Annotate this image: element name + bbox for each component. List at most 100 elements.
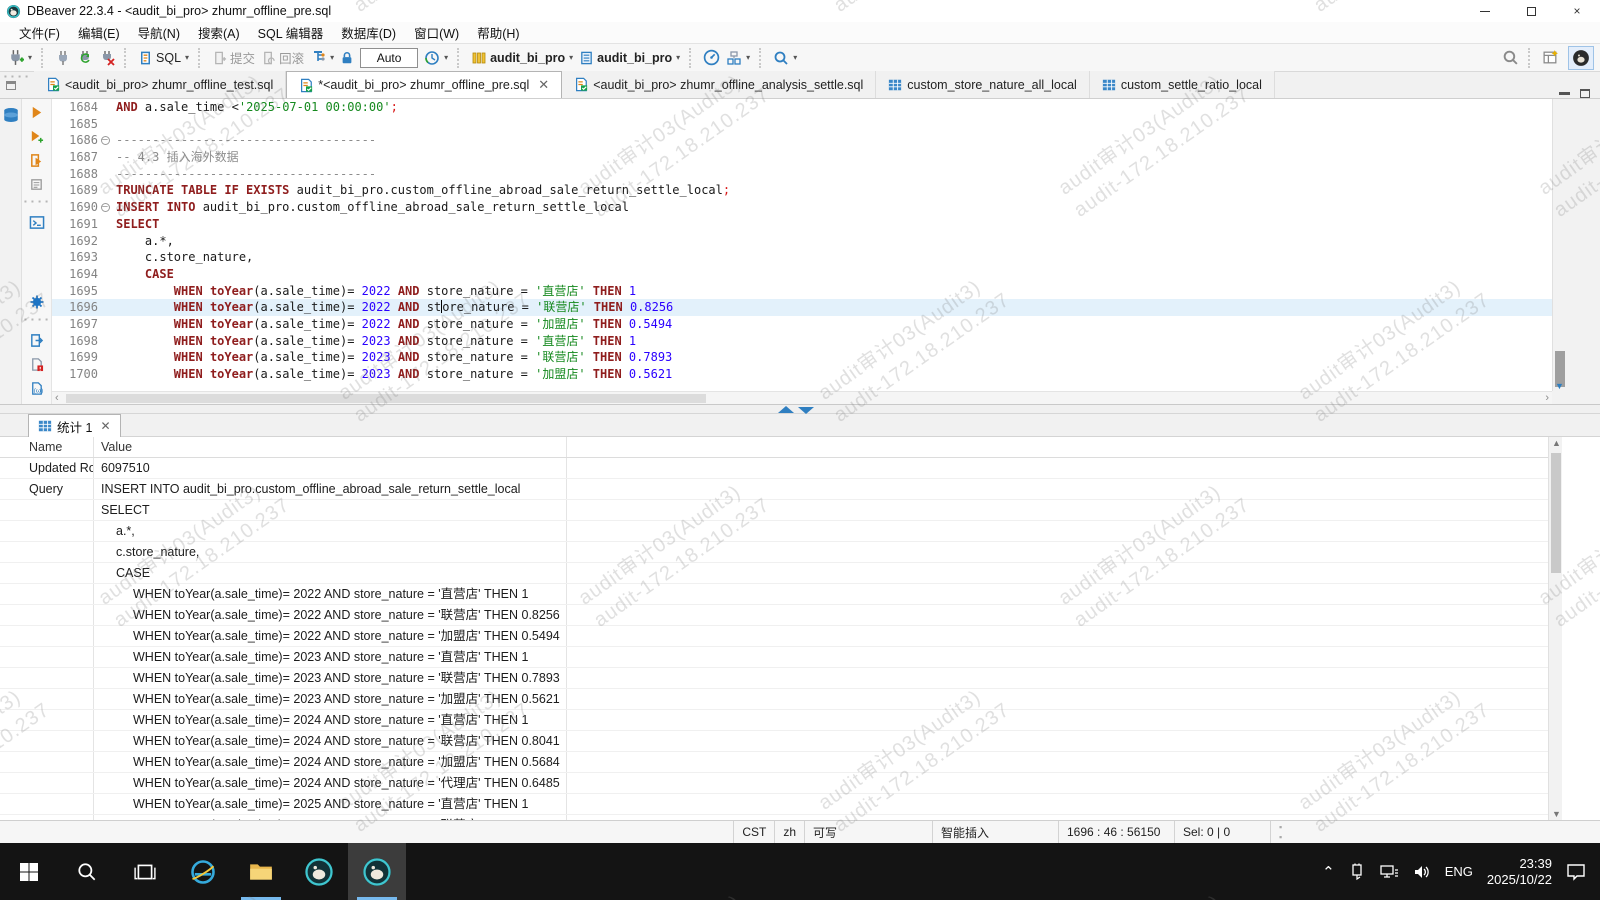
collapse-icon[interactable]: –: [101, 136, 110, 145]
maximize-button[interactable]: [1508, 0, 1554, 22]
code-line-1697[interactable]: 1697 WHEN toYear(a.sale_time)= 2022 AND …: [52, 316, 1552, 333]
minimize-button[interactable]: [1462, 0, 1508, 22]
panel-splitter[interactable]: [0, 404, 1600, 414]
taskbar-search-button[interactable]: [58, 843, 116, 900]
stats-row-10[interactable]: WHEN toYear(a.sale_time)= 2023 AND store…: [0, 668, 1548, 689]
stats-col-value[interactable]: Value: [94, 437, 567, 457]
language-indicator[interactable]: ENG: [1445, 864, 1473, 879]
code-line-1699[interactable]: 1699 WHEN toYear(a.sale_time)= 2023 AND …: [52, 349, 1552, 366]
stats-row-14[interactable]: WHEN toYear(a.sale_time)= 2024 AND store…: [0, 752, 1548, 773]
stats-row-8[interactable]: WHEN toYear(a.sale_time)= 2022 AND store…: [0, 626, 1548, 647]
code-line-1687[interactable]: 1687-- 4.3 插入海外数据: [52, 149, 1552, 166]
transaction-log-button[interactable]: ▾: [421, 48, 451, 68]
editor-tab-0[interactable]: <audit_bi_pro> zhumr_offline_test.sql: [34, 71, 286, 98]
menu-item-1[interactable]: 编辑(E): [69, 21, 129, 44]
search-button[interactable]: ▾: [770, 48, 800, 68]
settings-gear-icon[interactable]: [26, 291, 48, 313]
disconnect-button[interactable]: [96, 48, 118, 68]
minimize-editor-icon[interactable]: [1559, 92, 1570, 95]
close-icon[interactable]: ✕: [538, 77, 549, 93]
maximize-panel-arrow[interactable]: [778, 406, 794, 413]
network-icon[interactable]: [1379, 864, 1399, 880]
transaction-mode-button[interactable]: ▾: [307, 48, 337, 68]
execute-script-button[interactable]: [26, 149, 48, 171]
menu-item-0[interactable]: 文件(F): [10, 21, 69, 44]
tray-expand-icon[interactable]: ⌃: [1322, 863, 1335, 881]
menu-item-7[interactable]: 帮助(H): [468, 21, 528, 44]
code-line-1684[interactable]: 1684AND a.sale_time <'2025-07-01 00:00:0…: [52, 99, 1552, 116]
stats-col-name[interactable]: Name: [0, 437, 94, 457]
collapse-icon[interactable]: –: [101, 203, 110, 212]
commit-mode-select[interactable]: Auto: [360, 48, 418, 68]
code-line-1686[interactable]: 1686–-----------------------------------…: [52, 132, 1552, 149]
menu-item-2[interactable]: 导航(N): [129, 21, 189, 44]
fold-marker[interactable]: –: [98, 132, 112, 149]
editor-tab-2[interactable]: <audit_bi_pro> zhumr_offline_analysis_se…: [562, 71, 876, 98]
code-line-1694[interactable]: 1694 CASE: [52, 266, 1552, 283]
database-select[interactable]: audit_bi_pro ▾: [468, 48, 576, 68]
editor-vertical-scrollbar[interactable]: ▼: [1552, 99, 1566, 391]
file-explorer-icon[interactable]: [232, 843, 290, 900]
menu-item-4[interactable]: SQL 编辑器: [249, 21, 333, 44]
code-line-1696[interactable]: 1696 WHEN toYear(a.sale_time)= 2022 AND …: [52, 299, 1552, 316]
script-variables-button[interactable]: (ω): [26, 377, 48, 399]
menu-item-6[interactable]: 窗口(W): [405, 21, 468, 44]
user-avatar[interactable]: [1568, 46, 1594, 70]
code-line-1690[interactable]: 1690–INSERT INTO audit_bi_pro.custom_off…: [52, 199, 1552, 216]
quick-search-button[interactable]: [1499, 47, 1522, 68]
scrollbar-thumb[interactable]: [1551, 453, 1561, 573]
scrollbar-thumb[interactable]: [66, 394, 706, 403]
menu-item-5[interactable]: 数据库(D): [332, 21, 405, 44]
export-result-button[interactable]: [26, 329, 48, 351]
editor-tab-4[interactable]: custom_settle_ratio_local: [1090, 71, 1275, 98]
stats-row-16[interactable]: WHEN toYear(a.sale_time)= 2025 AND store…: [0, 794, 1548, 815]
stats-table[interactable]: NameValueUpdated Rows6097510QueryINSERT …: [0, 437, 1548, 820]
stats-row-3[interactable]: a.*,: [0, 521, 1548, 542]
stats-row-6[interactable]: WHEN toYear(a.sale_time)= 2022 AND store…: [0, 584, 1548, 605]
open-perspective-button[interactable]: [1539, 47, 1562, 68]
code-line-1695[interactable]: 1695 WHEN toYear(a.sale_time)= 2022 AND …: [52, 283, 1552, 300]
stats-row-12[interactable]: WHEN toYear(a.sale_time)= 2024 AND store…: [0, 710, 1548, 731]
usb-icon[interactable]: [1349, 863, 1365, 881]
sql-console-button[interactable]: [26, 211, 48, 233]
schema-select[interactable]: audit_bi_pro ▾: [576, 48, 683, 68]
stats-row-11[interactable]: WHEN toYear(a.sale_time)= 2023 AND store…: [0, 689, 1548, 710]
code-line-1688[interactable]: 1688------------------------------------: [52, 166, 1552, 183]
restore-panel-icon[interactable]: [6, 81, 16, 90]
rollback-button[interactable]: 回滚: [258, 46, 307, 69]
editor-tab-1[interactable]: *<audit_bi_pro> zhumr_offline_pre.sql✕: [286, 71, 562, 98]
stats-row-9[interactable]: WHEN toYear(a.sale_time)= 2023 AND store…: [0, 647, 1548, 668]
reconnect-button[interactable]: [74, 48, 96, 68]
stats-row-5[interactable]: CASE: [0, 563, 1548, 584]
scroll-up-icon[interactable]: ▲: [1552, 438, 1561, 448]
scroll-down-icon[interactable]: ▼: [1555, 381, 1564, 391]
editor-horizontal-scrollbar[interactable]: ‹ ›: [52, 391, 1552, 404]
notification-center-icon[interactable]: [1566, 863, 1586, 881]
stats-row-13[interactable]: WHEN toYear(a.sale_time)= 2024 AND store…: [0, 731, 1548, 752]
lock-icon[interactable]: [337, 48, 357, 68]
stats-tab[interactable]: 统计 1 ✕: [28, 414, 121, 437]
output-button[interactable]: ▾: [723, 48, 753, 68]
code-line-1693[interactable]: 1693 c.store_nature,: [52, 249, 1552, 266]
execute-statement-button[interactable]: [26, 101, 48, 123]
maximize-editor-icon[interactable]: [1580, 89, 1590, 98]
volume-icon[interactable]: [1413, 864, 1431, 880]
menu-item-3[interactable]: 搜索(A): [189, 21, 249, 44]
fold-marker[interactable]: –: [98, 199, 112, 216]
code-line-1689[interactable]: 1689TRUNCATE TABLE IF EXISTS audit_bi_pr…: [52, 182, 1552, 199]
code-line-1685[interactable]: 1685: [52, 116, 1552, 133]
internet-explorer-icon[interactable]: [174, 843, 232, 900]
close-icon[interactable]: ✕: [100, 419, 110, 433]
explain-plan-button[interactable]: [26, 173, 48, 195]
stats-row-4[interactable]: c.store_nature,: [0, 542, 1548, 563]
script-error-button[interactable]: [26, 353, 48, 375]
dbeaver-taskbar-icon[interactable]: [290, 843, 348, 900]
start-button[interactable]: [0, 843, 58, 900]
database-navigator-icon[interactable]: [2, 107, 20, 128]
stats-row-2[interactable]: SELECT: [0, 500, 1548, 521]
task-view-button[interactable]: [116, 843, 174, 900]
editor-tab-3[interactable]: custom_store_nature_all_local: [876, 71, 1090, 98]
stats-row-15[interactable]: WHEN toYear(a.sale_time)= 2024 AND store…: [0, 773, 1548, 794]
execute-new-tab-button[interactable]: [26, 125, 48, 147]
close-button[interactable]: ×: [1554, 0, 1600, 22]
